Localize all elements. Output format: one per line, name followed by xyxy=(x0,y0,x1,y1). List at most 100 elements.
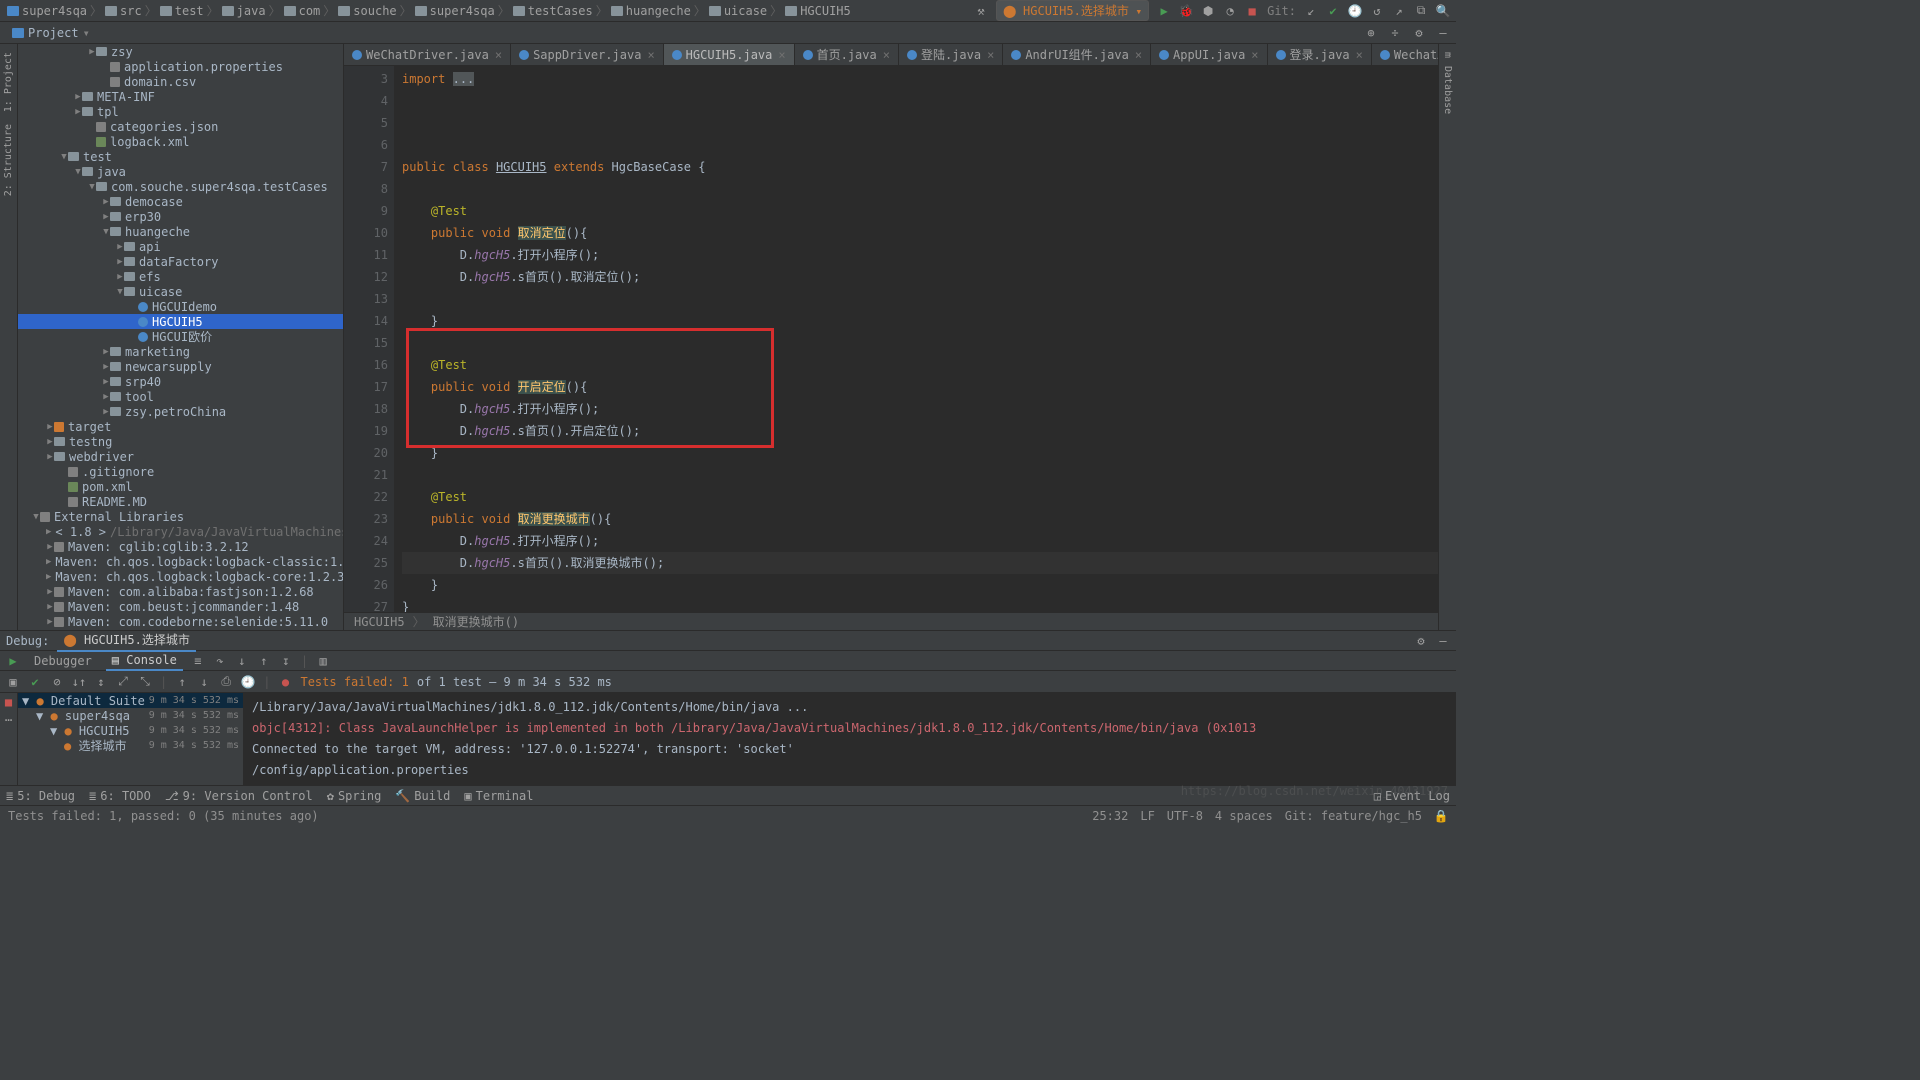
collapse-icon[interactable]: ⤡ xyxy=(138,675,152,689)
vcs-revert-icon[interactable]: ↺ xyxy=(1370,4,1384,18)
collapse-icon[interactable]: ÷ xyxy=(1388,26,1402,40)
step-out-icon[interactable]: ↑ xyxy=(257,654,271,668)
test-tree-row[interactable]: ▼ ● super4sqa9 m 34 s 532 ms xyxy=(18,708,243,723)
project-view-button[interactable]: Project ▾ xyxy=(6,24,96,42)
test-tree-row[interactable]: ▼ ● HGCUIH59 m 34 s 532 ms xyxy=(18,723,243,738)
tree-row[interactable]: ▶marketing xyxy=(18,344,343,359)
code-body[interactable]: import ...public class HGCUIH5 extends H… xyxy=(394,66,1438,612)
tree-row[interactable]: pom.xml xyxy=(18,479,343,494)
gear-icon[interactable]: ⚙ xyxy=(1414,634,1428,648)
tool-maven-tab[interactable]: m xyxy=(1440,48,1455,62)
debug-test-tree[interactable]: ▼ ● Default Suite9 m 34 s 532 ms▼ ● supe… xyxy=(18,693,244,785)
expand-icon[interactable]: ⤢ xyxy=(116,675,130,689)
tree-row[interactable]: HGCUI欧价 xyxy=(18,329,343,344)
console-tab[interactable]: ▤ Console xyxy=(106,651,183,671)
tree-row[interactable]: HGCUIH5 xyxy=(18,314,343,329)
locate-icon[interactable]: ⊕ xyxy=(1364,26,1378,40)
tree-row[interactable]: application.properties xyxy=(18,59,343,74)
step-over-icon[interactable]: ↷ xyxy=(213,654,227,668)
editor-tab[interactable]: AppUI.java× xyxy=(1151,44,1267,65)
crumb-method[interactable]: 取消更换城市() xyxy=(433,613,519,630)
coverage-icon[interactable]: ⬢ xyxy=(1201,4,1215,18)
vcs-history-icon[interactable]: 🕘 xyxy=(1348,4,1362,18)
tree-row[interactable]: ▶target xyxy=(18,419,343,434)
rerun-icon[interactable]: ▶ xyxy=(6,654,20,668)
tree-row[interactable]: ▶webdriver xyxy=(18,449,343,464)
breadcrumb-item[interactable]: java xyxy=(221,4,267,18)
next-icon[interactable]: ↓ xyxy=(197,675,211,689)
lock-icon[interactable]: 🔒 xyxy=(1434,809,1448,823)
tree-row[interactable]: ▼External Libraries xyxy=(18,509,343,524)
editor-tab[interactable]: AndrUI组件.java× xyxy=(1003,44,1151,65)
tree-row[interactable]: ▼java xyxy=(18,164,343,179)
tree-row[interactable]: ▶tool xyxy=(18,389,343,404)
gear-icon[interactable]: ⚙ xyxy=(1412,26,1426,40)
tree-row[interactable]: ▶newcarsupply xyxy=(18,359,343,374)
breadcrumb-item[interactable]: super4sqa xyxy=(6,4,88,18)
breadcrumb-item[interactable]: super4sqa xyxy=(414,4,496,18)
tool-terminal[interactable]: ▣ Terminal xyxy=(464,789,533,803)
breadcrumb-item[interactable]: com xyxy=(283,4,322,18)
hide-icon[interactable]: — xyxy=(1436,26,1450,40)
export-icon[interactable]: ⎙ xyxy=(219,675,233,689)
layout-icon[interactable]: ▥ xyxy=(316,654,330,668)
breadcrumb-item[interactable]: HGCUIH5 xyxy=(784,4,852,18)
editor-tab[interactable]: WechatApp组件.java× xyxy=(1372,44,1438,65)
editor-tab[interactable]: 首页.java× xyxy=(795,44,899,65)
step-into-icon[interactable]: ↓ xyxy=(235,654,249,668)
tree-row[interactable]: ▶Maven: com.alibaba:fastjson:1.2.68 xyxy=(18,584,343,599)
tree-row[interactable]: ▶srp40 xyxy=(18,374,343,389)
code-editor[interactable]: 34567▶8910▶11121314151617▶181920212223▶2… xyxy=(344,66,1438,612)
tree-row[interactable]: ▶Maven: com.beust:jcommander:1.48 xyxy=(18,599,343,614)
line-sep[interactable]: LF xyxy=(1140,809,1154,823)
breadcrumb-item[interactable]: huangeche xyxy=(610,4,692,18)
crumb-class[interactable]: HGCUIH5 xyxy=(354,615,405,629)
stop-icon[interactable]: ■ xyxy=(1245,4,1259,18)
vcs-push-icon[interactable]: ↗ xyxy=(1392,4,1406,18)
tree-row[interactable]: ▶erp30 xyxy=(18,209,343,224)
tree-row[interactable]: ▶Maven: cglib:cglib:3.2.12 xyxy=(18,539,343,554)
editor-tab[interactable]: 登陆.java× xyxy=(899,44,1003,65)
tree-row[interactable]: categories.json xyxy=(18,119,343,134)
breadcrumb-item[interactable]: souche xyxy=(337,4,397,18)
git-branch[interactable]: Git: feature/hgc_h5 xyxy=(1285,809,1422,823)
tree-row[interactable]: ▼com.souche.super4sqa.testCases xyxy=(18,179,343,194)
show-ignored-icon[interactable]: ⊘ xyxy=(50,675,64,689)
structure-icon[interactable]: ⧉ xyxy=(1414,4,1428,18)
build-icon[interactable]: ⚒ xyxy=(974,4,988,18)
tool-build[interactable]: 🔨 Build xyxy=(395,789,450,803)
tree-row[interactable]: README.MD xyxy=(18,494,343,509)
tree-row[interactable]: ▶< 1.8 >/Library/Java/JavaVirtualMachine… xyxy=(18,524,343,539)
test-tree-row[interactable]: ▼ ● Default Suite9 m 34 s 532 ms xyxy=(18,693,243,708)
prev-icon[interactable]: ↑ xyxy=(175,675,189,689)
tree-row[interactable]: ▶efs xyxy=(18,269,343,284)
tree-row[interactable]: ▼huangeche xyxy=(18,224,343,239)
console-output[interactable]: /Library/Java/JavaVirtualMachines/jdk1.8… xyxy=(244,693,1456,785)
editor-tab[interactable]: HGCUIH5.java× xyxy=(664,44,795,65)
tree-row[interactable]: ▶Maven: ch.qos.logback:logback-classic:1… xyxy=(18,554,343,569)
tree-row[interactable]: ▶democase xyxy=(18,194,343,209)
tool-spring[interactable]: ✿ Spring xyxy=(327,789,382,803)
tree-row[interactable]: ▼test xyxy=(18,149,343,164)
tree-row[interactable]: ▼uicase xyxy=(18,284,343,299)
tree-row[interactable]: .gitignore xyxy=(18,464,343,479)
tree-row[interactable]: ▶zsy.petroChina xyxy=(18,404,343,419)
pause-icon[interactable]: ▣ xyxy=(6,675,20,689)
breadcrumb-item[interactable]: uicase xyxy=(708,4,768,18)
tool-debug[interactable]: ≣ 5: Debug xyxy=(6,789,75,803)
vcs-update-icon[interactable]: ↙ xyxy=(1304,4,1318,18)
editor-tab[interactable]: WeChatDriver.java× xyxy=(344,44,511,65)
tree-row[interactable]: HGCUIdemo xyxy=(18,299,343,314)
show-passed-icon[interactable]: ✔ xyxy=(28,675,42,689)
breadcrumb-item[interactable]: testCases xyxy=(512,4,594,18)
debug-icon[interactable]: 🐞 xyxy=(1179,4,1193,18)
tree-row[interactable]: ▶tpl xyxy=(18,104,343,119)
debug-run-tab[interactable]: ⬤ HGCUIH5.选择城市 xyxy=(57,629,195,652)
history-icon[interactable]: 🕘 xyxy=(241,675,255,689)
hide-icon[interactable]: — xyxy=(1436,634,1450,648)
tree-row[interactable]: ▶testng xyxy=(18,434,343,449)
run-icon[interactable]: ▶ xyxy=(1157,4,1171,18)
tree-row[interactable]: ▶api xyxy=(18,239,343,254)
tree-row[interactable]: ▶META-INF xyxy=(18,89,343,104)
tool-todo[interactable]: ≣ 6: TODO xyxy=(89,789,151,803)
